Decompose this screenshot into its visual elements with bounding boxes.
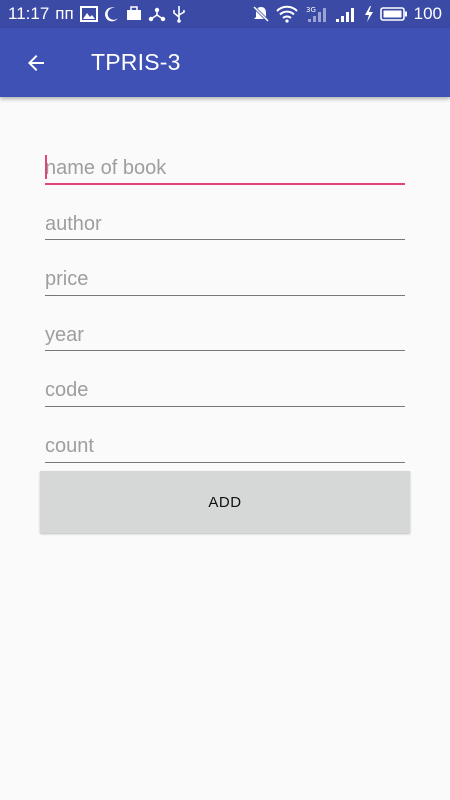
app-title: TPRIS-3	[91, 49, 181, 75]
field-code	[45, 362, 405, 418]
battery-level: 100	[413, 4, 442, 23]
author-input[interactable]	[45, 208, 405, 241]
add-button[interactable]: ADD	[40, 471, 410, 533]
book-form	[45, 140, 405, 474]
text-cursor	[45, 154, 47, 179]
signal-icon	[334, 5, 358, 23]
field-year	[45, 307, 405, 363]
mute-icon	[252, 5, 270, 23]
arrow-back-icon	[28, 54, 44, 71]
year-underline	[45, 350, 405, 352]
year-input[interactable]	[45, 319, 405, 352]
charging-icon	[364, 6, 374, 22]
field-author	[45, 196, 405, 252]
share-icon	[148, 6, 166, 22]
price-underline	[45, 294, 405, 296]
code-underline	[45, 405, 405, 407]
back-button[interactable]	[16, 43, 56, 83]
field-price	[45, 251, 405, 307]
wifi-icon	[275, 5, 298, 23]
network-type-text: 3G	[306, 6, 316, 14]
battery-icon	[379, 6, 408, 22]
signal-3g-icon: 3G	[304, 5, 328, 23]
status-bar-left: 11:17 пп	[0, 0, 186, 28]
status-carrier-text: пп	[55, 4, 74, 23]
count-input[interactable]	[45, 430, 405, 463]
status-bar: 11:17 пп 3G 100	[0, 0, 450, 28]
app-bar: TPRIS-3	[0, 28, 450, 97]
usb-icon	[172, 5, 186, 23]
status-time: 11:17	[8, 4, 50, 23]
code-input[interactable]	[45, 374, 405, 407]
name-of-book-underline	[45, 182, 405, 185]
field-count	[45, 418, 405, 474]
field-name-of-book	[45, 140, 405, 196]
author-underline	[45, 239, 405, 241]
name-of-book-input[interactable]	[45, 152, 405, 185]
moon-icon	[104, 6, 120, 22]
count-underline	[45, 461, 405, 463]
price-input[interactable]	[45, 263, 405, 296]
briefcase-icon	[126, 6, 142, 22]
image-icon	[79, 6, 98, 22]
status-bar-right: 3G 100	[252, 0, 450, 28]
